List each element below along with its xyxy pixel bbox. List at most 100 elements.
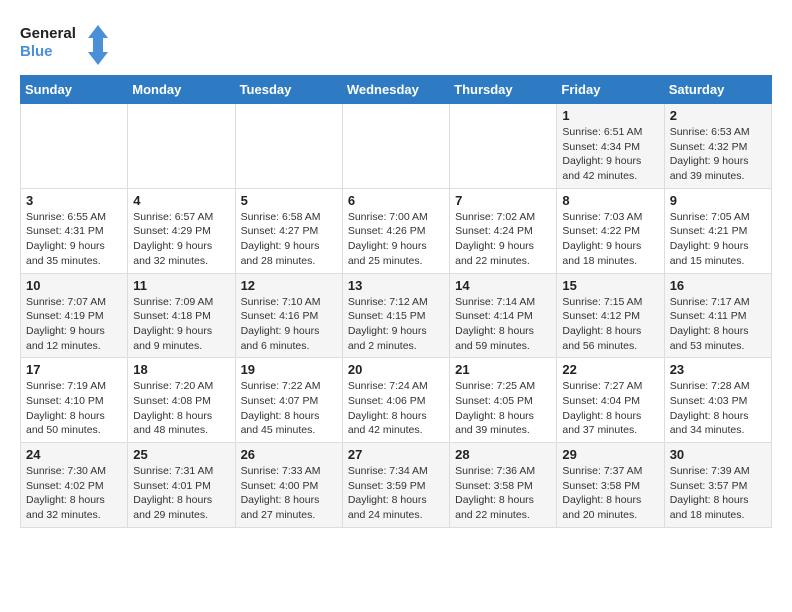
day-number: 17 xyxy=(26,362,122,377)
day-number: 25 xyxy=(133,447,229,462)
weekday-header-wednesday: Wednesday xyxy=(342,76,449,104)
day-info: Sunrise: 7:28 AM Sunset: 4:03 PM Dayligh… xyxy=(670,379,766,438)
day-cell: 25Sunrise: 7:31 AM Sunset: 4:01 PM Dayli… xyxy=(128,443,235,528)
day-number: 3 xyxy=(26,193,122,208)
day-cell: 24 Sunrise: 7:30 AM Sunset: 4:02 PM Dayli… xyxy=(21,443,128,528)
day-cell xyxy=(21,104,128,189)
week-row-1: 1 Sunrise: 6:51 AM Sunset: 4:34 PM Daylig… xyxy=(21,104,772,189)
day-number: 28 xyxy=(455,447,551,462)
day-info: Sunrise: 7:19 AM Sunset: 4:10 PM Dayligh… xyxy=(26,379,122,438)
day-cell: 19 Sunrise: 7:22 AM Sunset: 4:07 PM Dayli… xyxy=(235,358,342,443)
weekday-header-row: SundayMondayTuesdayWednesdayThursdayFrid… xyxy=(21,76,772,104)
day-info: Sunrise: 6:55 AM Sunset: 4:31 PM Dayligh… xyxy=(26,210,122,269)
day-number: 29 xyxy=(562,447,658,462)
day-cell: 26 Sunrise: 7:33 AM Sunset: 4:00 PM Dayli… xyxy=(235,443,342,528)
day-cell: 14Sunrise: 7:14 AM Sunset: 4:14 PM Dayli… xyxy=(450,273,557,358)
day-cell xyxy=(128,104,235,189)
day-number: 14 xyxy=(455,278,551,293)
day-cell: 12 Sunrise: 7:10 AM Sunset: 4:16 PM Dayli… xyxy=(235,273,342,358)
day-number: 19 xyxy=(241,362,337,377)
day-number: 26 xyxy=(241,447,337,462)
week-row-3: 10Sunrise: 7:07 AM Sunset: 4:19 PM Dayli… xyxy=(21,273,772,358)
weekday-header-sunday: Sunday xyxy=(21,76,128,104)
day-cell: 29 Sunrise: 7:37 AM Sunset: 3:58 PM Dayli… xyxy=(557,443,664,528)
week-row-2: 3 Sunrise: 6:55 AM Sunset: 4:31 PM Daylig… xyxy=(21,188,772,273)
day-cell: 27 Sunrise: 7:34 AM Sunset: 3:59 PM Dayli… xyxy=(342,443,449,528)
day-number: 1 xyxy=(562,108,658,123)
day-info: Sunrise: 7:20 AM Sunset: 4:08 PM Dayligh… xyxy=(133,379,229,438)
day-cell: 30 Sunrise: 7:39 AM Sunset: 3:57 PM Dayli… xyxy=(664,443,771,528)
day-info: Sunrise: 7:02 AM Sunset: 4:24 PM Dayligh… xyxy=(455,210,551,269)
day-cell: 8 Sunrise: 7:03 AM Sunset: 4:22 PM Daylig… xyxy=(557,188,664,273)
day-info: Sunrise: 7:36 AM Sunset: 3:58 PM Dayligh… xyxy=(455,464,551,523)
day-cell xyxy=(342,104,449,189)
day-number: 23 xyxy=(670,362,766,377)
day-info: Sunrise: 7:33 AM Sunset: 4:00 PM Dayligh… xyxy=(241,464,337,523)
day-info: Sunrise: 7:37 AM Sunset: 3:58 PM Dayligh… xyxy=(562,464,658,523)
day-number: 27 xyxy=(348,447,444,462)
day-cell: 20 Sunrise: 7:24 AM Sunset: 4:06 PM Dayli… xyxy=(342,358,449,443)
day-number: 21 xyxy=(455,362,551,377)
day-info: Sunrise: 7:34 AM Sunset: 3:59 PM Dayligh… xyxy=(348,464,444,523)
day-cell: 6 Sunrise: 7:00 AM Sunset: 4:26 PM Daylig… xyxy=(342,188,449,273)
day-cell: 2Sunrise: 6:53 AM Sunset: 4:32 PM Daylig… xyxy=(664,104,771,189)
day-number: 8 xyxy=(562,193,658,208)
day-info: Sunrise: 7:22 AM Sunset: 4:07 PM Dayligh… xyxy=(241,379,337,438)
day-cell: 3 Sunrise: 6:55 AM Sunset: 4:31 PM Daylig… xyxy=(21,188,128,273)
day-number: 4 xyxy=(133,193,229,208)
day-info: Sunrise: 6:51 AM Sunset: 4:34 PM Dayligh… xyxy=(562,125,658,184)
day-number: 20 xyxy=(348,362,444,377)
day-info: Sunrise: 7:09 AM Sunset: 4:18 PM Dayligh… xyxy=(133,295,229,354)
day-info: Sunrise: 7:17 AM Sunset: 4:11 PM Dayligh… xyxy=(670,295,766,354)
day-info: Sunrise: 7:15 AM Sunset: 4:12 PM Dayligh… xyxy=(562,295,658,354)
day-info: Sunrise: 7:00 AM Sunset: 4:26 PM Dayligh… xyxy=(348,210,444,269)
day-number: 7 xyxy=(455,193,551,208)
day-cell xyxy=(450,104,557,189)
weekday-header-monday: Monday xyxy=(128,76,235,104)
svg-text:Blue: Blue xyxy=(20,43,53,60)
day-number: 16 xyxy=(670,278,766,293)
day-cell xyxy=(235,104,342,189)
day-number: 15 xyxy=(562,278,658,293)
day-info: Sunrise: 7:24 AM Sunset: 4:06 PM Dayligh… xyxy=(348,379,444,438)
day-info: Sunrise: 6:57 AM Sunset: 4:29 PM Dayligh… xyxy=(133,210,229,269)
day-number: 6 xyxy=(348,193,444,208)
day-number: 22 xyxy=(562,362,658,377)
header: General Blue xyxy=(20,20,772,65)
day-info: Sunrise: 7:03 AM Sunset: 4:22 PM Dayligh… xyxy=(562,210,658,269)
day-cell: 5Sunrise: 6:58 AM Sunset: 4:27 PM Daylig… xyxy=(235,188,342,273)
day-cell: 15 Sunrise: 7:15 AM Sunset: 4:12 PM Dayli… xyxy=(557,273,664,358)
logo-svg: General Blue xyxy=(20,20,110,65)
day-cell: 18 Sunrise: 7:20 AM Sunset: 4:08 PM Dayli… xyxy=(128,358,235,443)
day-cell: 7 Sunrise: 7:02 AM Sunset: 4:24 PM Daylig… xyxy=(450,188,557,273)
day-cell: 4 Sunrise: 6:57 AM Sunset: 4:29 PM Daylig… xyxy=(128,188,235,273)
day-info: Sunrise: 7:12 AM Sunset: 4:15 PM Dayligh… xyxy=(348,295,444,354)
day-info: Sunrise: 7:25 AM Sunset: 4:05 PM Dayligh… xyxy=(455,379,551,438)
calendar: SundayMondayTuesdayWednesdayThursdayFrid… xyxy=(20,75,772,528)
day-cell: 11 Sunrise: 7:09 AM Sunset: 4:18 PM Dayli… xyxy=(128,273,235,358)
day-info: Sunrise: 7:30 AM Sunset: 4:02 PM Dayligh… xyxy=(26,464,122,523)
day-info: Sunrise: 7:39 AM Sunset: 3:57 PM Dayligh… xyxy=(670,464,766,523)
day-number: 10 xyxy=(26,278,122,293)
day-number: 30 xyxy=(670,447,766,462)
day-info: Sunrise: 7:10 AM Sunset: 4:16 PM Dayligh… xyxy=(241,295,337,354)
day-number: 12 xyxy=(241,278,337,293)
day-number: 13 xyxy=(348,278,444,293)
weekday-header-thursday: Thursday xyxy=(450,76,557,104)
weekday-header-tuesday: Tuesday xyxy=(235,76,342,104)
day-cell: 23 Sunrise: 7:28 AM Sunset: 4:03 PM Dayli… xyxy=(664,358,771,443)
day-info: Sunrise: 6:58 AM Sunset: 4:27 PM Dayligh… xyxy=(241,210,337,269)
day-info: Sunrise: 7:05 AM Sunset: 4:21 PM Dayligh… xyxy=(670,210,766,269)
day-cell: 16 Sunrise: 7:17 AM Sunset: 4:11 PM Dayli… xyxy=(664,273,771,358)
day-cell: 28 Sunrise: 7:36 AM Sunset: 3:58 PM Dayli… xyxy=(450,443,557,528)
week-row-4: 17 Sunrise: 7:19 AM Sunset: 4:10 PM Dayli… xyxy=(21,358,772,443)
day-number: 18 xyxy=(133,362,229,377)
weekday-header-saturday: Saturday xyxy=(664,76,771,104)
day-number: 11 xyxy=(133,278,229,293)
svg-text:General: General xyxy=(20,25,76,42)
day-number: 24 xyxy=(26,447,122,462)
day-cell: 10Sunrise: 7:07 AM Sunset: 4:19 PM Dayli… xyxy=(21,273,128,358)
weekday-header-friday: Friday xyxy=(557,76,664,104)
day-cell: 13 Sunrise: 7:12 AM Sunset: 4:15 PM Dayli… xyxy=(342,273,449,358)
day-info: Sunrise: 7:27 AM Sunset: 4:04 PM Dayligh… xyxy=(562,379,658,438)
